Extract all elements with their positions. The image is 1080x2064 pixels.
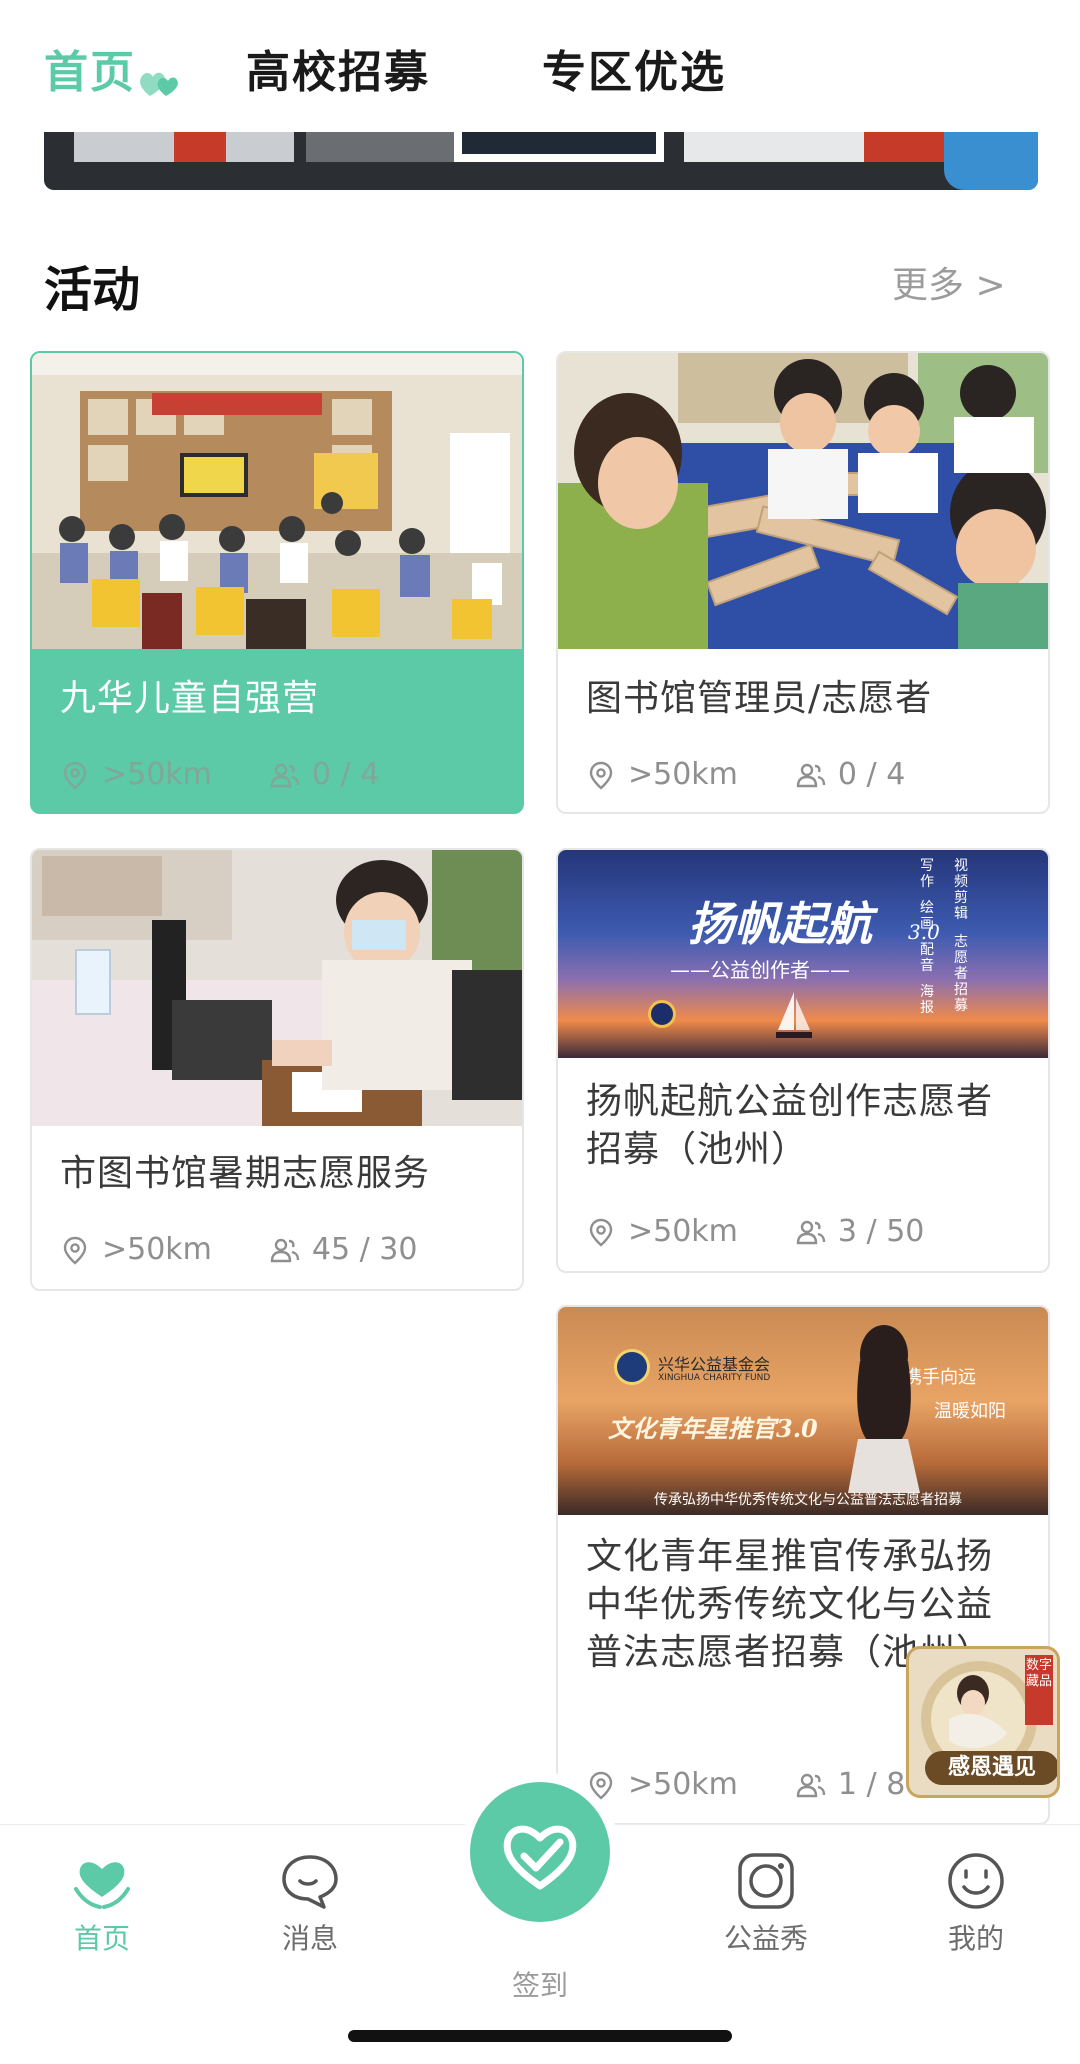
nav-profile-label: 我的 bbox=[947, 1922, 1004, 1955]
people-icon bbox=[270, 763, 300, 787]
activity-photo: 兴华公益基金会 XINGHUA CHARITY FUND 文化青年星推官3.0 … bbox=[558, 1307, 1048, 1515]
camera-lens-icon bbox=[738, 1853, 794, 1909]
activity-meta: >50km 3 / 50 bbox=[586, 1214, 924, 1249]
poster-headline: 文化青年星推官3.0 bbox=[608, 1414, 818, 1443]
poster-side-3: 配音 bbox=[920, 942, 934, 974]
digital-collection-tag: 数字藏品 bbox=[1025, 1655, 1053, 1725]
emblem-icon bbox=[648, 1000, 676, 1028]
poster-side-6: 志愿者招募 bbox=[954, 934, 968, 1014]
activity-title: 扬帆起航公益创作志愿者招募（池州） bbox=[586, 1081, 994, 1170]
activity-photo bbox=[558, 353, 1048, 649]
poster-subline: ——公益创作者—— bbox=[670, 958, 850, 982]
poster-side-1: 写作 bbox=[920, 858, 934, 890]
checkin-label: 签到 bbox=[511, 1969, 568, 2002]
nav-charity-show-label: 公益秀 bbox=[723, 1922, 808, 1955]
chat-bubble-icon bbox=[282, 1855, 338, 1909]
poster-side-2: 绘画 bbox=[920, 900, 934, 932]
activity-distance: >50km bbox=[628, 1214, 738, 1249]
checkin-button[interactable] bbox=[470, 1782, 610, 1922]
floating-promo-badge[interactable]: 数字藏品 感恩遇见 bbox=[906, 1646, 1060, 1798]
charity-logo-icon bbox=[614, 1349, 650, 1385]
smiley-face-icon bbox=[948, 1853, 1004, 1909]
nav-charity-show[interactable]: 公益秀 bbox=[706, 1849, 826, 1957]
activity-card-4[interactable]: 扬帆起航 3.0 ——公益创作者—— 写作 绘画 配音 海报 视频剪辑 志愿者招… bbox=[556, 848, 1050, 1273]
nav-profile[interactable]: 我的 bbox=[916, 1849, 1036, 1957]
location-pin-icon bbox=[589, 1218, 613, 1247]
activity-photo bbox=[32, 850, 522, 1126]
tab-heart-icon bbox=[140, 72, 178, 96]
promo-label: 感恩遇见 bbox=[925, 1751, 1057, 1785]
more-link[interactable]: 更多 > bbox=[892, 256, 1006, 308]
people-icon bbox=[270, 1238, 300, 1262]
location-pin-icon bbox=[589, 761, 613, 790]
home-indicator bbox=[348, 2030, 732, 2042]
location-pin-icon bbox=[63, 761, 87, 790]
activity-card-2[interactable]: 图书馆管理员/志愿者 >50km 0 / 4 bbox=[556, 351, 1050, 814]
poster-side-4: 海报 bbox=[920, 984, 934, 1016]
people-icon bbox=[796, 1220, 826, 1244]
activity-distance: >50km bbox=[102, 1232, 212, 1267]
tab-home[interactable]: 首页 bbox=[44, 36, 136, 100]
activity-participants: 0 / 4 bbox=[311, 757, 380, 792]
nav-messages[interactable]: 消息 bbox=[250, 1849, 370, 1957]
poster-headline: 扬帆起航 bbox=[688, 897, 872, 951]
activity-meta: >50km 0 / 4 bbox=[586, 757, 905, 792]
people-icon bbox=[796, 763, 826, 787]
tab-university-recruit[interactable]: 高校招募 bbox=[246, 36, 430, 100]
activity-photo bbox=[32, 353, 522, 649]
top-tab-bar: 首页 高校招募 专区优选 bbox=[0, 0, 1080, 130]
activity-title: 九华儿童自强营 bbox=[60, 678, 320, 719]
activity-card-1[interactable]: 九华儿童自强营 >50km 0 / 4 bbox=[30, 351, 524, 814]
poster-bottom-line: 传承弘扬中华优秀传统文化与公益普法志愿者招募 bbox=[654, 1492, 962, 1508]
activity-meta: >50km 1 / 8 bbox=[586, 1767, 905, 1802]
people-icon bbox=[796, 1773, 826, 1797]
activity-distance: >50km bbox=[628, 1767, 738, 1802]
banner-carousel[interactable] bbox=[44, 132, 1038, 190]
poster-org: 兴华公益基金会 bbox=[658, 1355, 771, 1374]
activity-title: 图书馆管理员/志愿者 bbox=[586, 678, 933, 719]
activity-distance: >50km bbox=[102, 757, 212, 792]
nav-home[interactable]: 首页 bbox=[42, 1849, 162, 1957]
activity-participants: 45 / 30 bbox=[311, 1232, 418, 1267]
girl-silhouette bbox=[848, 1325, 920, 1493]
heart-hands-icon bbox=[74, 1862, 130, 1909]
activity-participants: 3 / 50 bbox=[837, 1214, 925, 1249]
activity-meta: >50km 45 / 30 bbox=[60, 1232, 417, 1267]
location-pin-icon bbox=[63, 1236, 87, 1265]
nav-home-label: 首页 bbox=[73, 1922, 130, 1955]
sailboat-icon bbox=[776, 992, 812, 1038]
section-title: 活动 bbox=[44, 262, 141, 318]
poster-slogan-2: 温暖如阳 bbox=[934, 1401, 1006, 1422]
activity-card-3[interactable]: 市图书馆暑期志愿服务 >50km 45 / 30 bbox=[30, 848, 524, 1291]
heart-hand-check-icon bbox=[503, 1825, 577, 1890]
activity-photo: 扬帆起航 3.0 ——公益创作者—— 写作 绘画 配音 海报 视频剪辑 志愿者招… bbox=[558, 850, 1048, 1058]
activity-title: 市图书馆暑期志愿服务 bbox=[60, 1153, 431, 1194]
poster-side-5: 视频剪辑 bbox=[954, 858, 968, 922]
nav-messages-label: 消息 bbox=[281, 1922, 338, 1955]
poster-org-en: XINGHUA CHARITY FUND bbox=[658, 1373, 771, 1383]
activity-meta: >50km 0 / 4 bbox=[60, 757, 379, 792]
activity-participants: 0 / 4 bbox=[837, 757, 906, 792]
tab-featured-zone[interactable]: 专区优选 bbox=[542, 36, 726, 100]
activity-distance: >50km bbox=[628, 757, 738, 792]
activity-participants: 1 / 8 bbox=[837, 1767, 906, 1802]
